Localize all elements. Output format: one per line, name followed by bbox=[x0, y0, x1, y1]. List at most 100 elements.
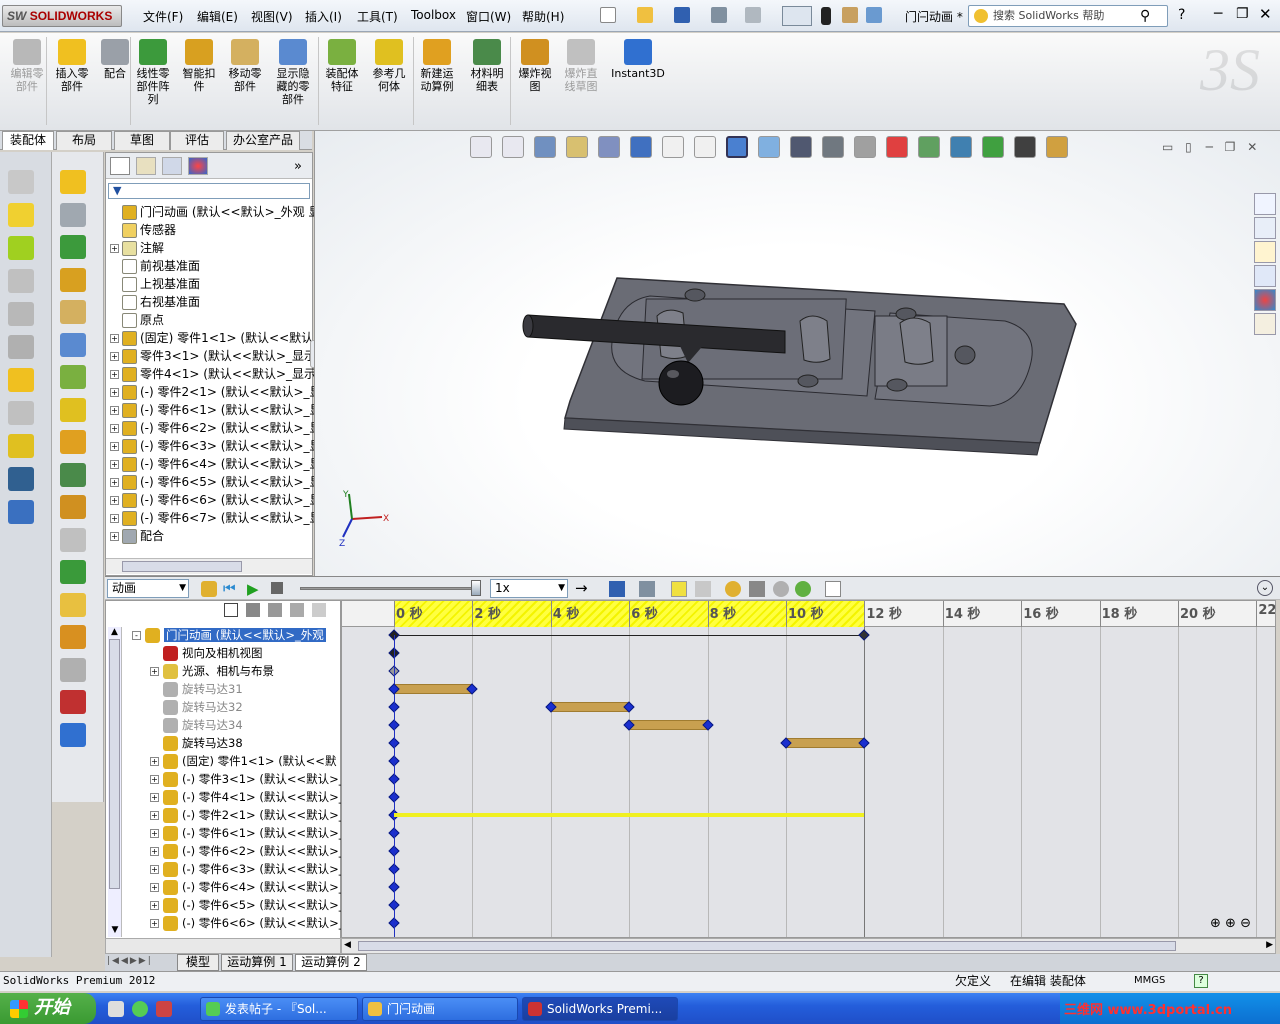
zoom-in-icon[interactable]: ⊕ bbox=[1225, 916, 1236, 931]
view-tool-7-icon[interactable] bbox=[694, 136, 716, 158]
motion-tree-row[interactable]: + (-) 零件6<2> (默认<<默认>_ bbox=[150, 842, 346, 860]
command-7[interactable]: 装配体 特征 bbox=[319, 39, 365, 93]
taskbar-task-0[interactable]: 发表帖子 - 『Sol... bbox=[200, 997, 358, 1021]
contact-icon[interactable] bbox=[773, 581, 789, 597]
bottom-tab-2[interactable]: 运动算例 2 bbox=[295, 954, 367, 971]
help-icon[interactable]: ? bbox=[1178, 7, 1185, 23]
motion-tree-row[interactable]: + (-) 零件6<5> (默认<<默认>_ bbox=[150, 896, 346, 914]
cm-tab-2[interactable]: 草图 bbox=[114, 131, 170, 150]
filter-animated-icon[interactable] bbox=[224, 603, 238, 617]
view-tool-12-icon[interactable] bbox=[854, 136, 876, 158]
undo-icon[interactable] bbox=[745, 7, 761, 26]
view-tool-9-icon[interactable] bbox=[758, 136, 780, 158]
select-icon[interactable] bbox=[782, 6, 812, 26]
options-icon[interactable] bbox=[842, 7, 858, 26]
left-tool-a-2-icon[interactable] bbox=[8, 236, 34, 260]
motion-tree-row[interactable]: + (-) 零件2<1> (默认<<默认>_ bbox=[150, 806, 346, 824]
left-tool-b-16-icon[interactable] bbox=[60, 690, 86, 714]
motion-tree-row[interactable]: + (-) 零件4<1> (默认<<默认>_ bbox=[150, 788, 346, 806]
expand-toggle-icon[interactable]: + bbox=[110, 460, 119, 469]
view-tool-3-icon[interactable] bbox=[566, 136, 588, 158]
feature-tree-row[interactable]: + (-) 零件6<1> (默认<<默认>_显 bbox=[110, 401, 315, 419]
left-tool-b-7-icon[interactable] bbox=[60, 397, 86, 422]
left-tool-b-5-icon[interactable] bbox=[60, 332, 86, 357]
expand-toggle-icon[interactable]: + bbox=[150, 847, 159, 856]
view-tool-1-icon[interactable] bbox=[502, 136, 524, 158]
view-tool-8-icon[interactable] bbox=[726, 136, 748, 158]
view-tool-13-icon[interactable] bbox=[886, 136, 908, 158]
bottom-tab-0[interactable]: 模型 bbox=[177, 954, 219, 971]
left-tool-a-10-icon[interactable] bbox=[8, 500, 34, 524]
cm-tab-1[interactable]: 布局 bbox=[56, 131, 112, 150]
left-tool-b-8-icon[interactable] bbox=[60, 430, 86, 454]
menu-7[interactable]: 帮助(H) bbox=[522, 8, 564, 25]
left-tool-a-3-icon[interactable] bbox=[8, 269, 34, 293]
command-12[interactable]: 爆炸直 线草图 bbox=[558, 39, 604, 93]
filter-results-icon[interactable] bbox=[290, 603, 304, 617]
view-tool-10-icon[interactable] bbox=[790, 136, 812, 158]
left-tool-a-9-icon[interactable] bbox=[8, 467, 34, 491]
display-manager-tab-icon[interactable] bbox=[188, 157, 208, 175]
play-from-start-icon[interactable]: ⏮ bbox=[223, 581, 236, 597]
gravity-icon[interactable] bbox=[795, 581, 811, 597]
playback-slider-thumb[interactable] bbox=[471, 580, 481, 596]
view-tool-14-icon[interactable] bbox=[918, 136, 940, 158]
left-tool-b-12-icon[interactable] bbox=[60, 560, 86, 584]
spring-icon[interactable] bbox=[749, 581, 765, 597]
feature-tree-row[interactable]: + (固定) 零件1<1> (默认<<默认> bbox=[110, 329, 315, 347]
expand-toggle-icon[interactable]: + bbox=[110, 514, 119, 523]
left-tool-a-1-icon[interactable] bbox=[8, 203, 34, 227]
menu-3[interactable]: 插入(I) bbox=[305, 8, 342, 25]
left-tool-a-4-icon[interactable] bbox=[8, 302, 34, 326]
expand-toggle-icon[interactable]: + bbox=[150, 901, 159, 910]
expand-toggle-icon[interactable]: + bbox=[150, 811, 159, 820]
calculate-icon[interactable] bbox=[201, 581, 217, 597]
minimize-window-icon[interactable]: ─ bbox=[1214, 6, 1222, 22]
view-close-icon[interactable]: ✕ bbox=[1247, 140, 1257, 154]
solidworks-resources-icon[interactable] bbox=[1254, 193, 1276, 215]
file-explorer-icon[interactable] bbox=[1254, 241, 1276, 263]
design-library-icon[interactable] bbox=[1254, 217, 1276, 239]
view-restore-icon[interactable]: ❐ bbox=[1225, 140, 1236, 154]
left-tool-b-3-icon[interactable] bbox=[60, 267, 86, 292]
save-animation-icon[interactable] bbox=[609, 581, 625, 597]
feature-tree-row[interactable]: + 零件3<1> (默认<<默认>_显示状 bbox=[110, 347, 315, 365]
timeline-hscroll[interactable]: ◀ ▶ bbox=[341, 938, 1276, 954]
playback-slider[interactable] bbox=[300, 587, 480, 590]
scroll-down-icon[interactable]: ▼ bbox=[108, 925, 122, 935]
menu-0[interactable]: 文件(F) bbox=[143, 8, 183, 25]
expand-toggle-icon[interactable]: + bbox=[150, 775, 159, 784]
left-tool-b-13-icon[interactable] bbox=[60, 592, 86, 617]
end-keyframe[interactable] bbox=[858, 629, 871, 641]
feature-tree-row[interactable]: +前视基准面 bbox=[110, 257, 315, 275]
new-document-icon[interactable] bbox=[600, 7, 616, 26]
expand-toggle-icon[interactable]: + bbox=[110, 478, 119, 487]
motion-tree-row[interactable]: + (-) 零件6<6> (默认<<默认>_ bbox=[150, 914, 346, 932]
scroll-thumb[interactable] bbox=[358, 941, 1176, 951]
left-tool-a-8-icon[interactable] bbox=[8, 434, 34, 458]
change-bar-highlight[interactable] bbox=[394, 813, 865, 817]
appearances-icon[interactable] bbox=[1254, 289, 1276, 311]
motor-time-bar[interactable] bbox=[550, 702, 630, 712]
view-tool-4-icon[interactable] bbox=[598, 136, 620, 158]
feature-tree-row[interactable]: +原点 bbox=[110, 311, 315, 329]
expand-toggle-icon[interactable]: + bbox=[110, 244, 119, 253]
command-10[interactable]: 材料明 细表 bbox=[464, 39, 510, 93]
left-tool-b-9-icon[interactable] bbox=[60, 462, 86, 487]
command-8[interactable]: 参考几 何体 bbox=[366, 39, 412, 93]
motion-tree-hscroll[interactable] bbox=[105, 938, 341, 954]
view-minimize-icon[interactable]: ─ bbox=[1206, 140, 1213, 154]
taskbar-task-1[interactable]: 门闩动画 bbox=[362, 997, 518, 1021]
tree-vscroll[interactable]: ▲ ▼ bbox=[108, 627, 122, 937]
zoom-fit-icon[interactable]: ⊕ bbox=[1210, 916, 1221, 931]
view-tool-2-icon[interactable] bbox=[534, 136, 556, 158]
menu-4[interactable]: 工具(T) bbox=[357, 8, 398, 25]
cm-tab-3[interactable]: 评估 bbox=[170, 131, 224, 150]
bottom-tab-1[interactable]: 运动算例 1 bbox=[221, 954, 293, 971]
animation-wizard-icon[interactable] bbox=[639, 581, 655, 597]
left-tool-b-10-icon[interactable] bbox=[60, 495, 86, 519]
properties-icon[interactable] bbox=[866, 7, 882, 26]
left-tool-a-6-icon[interactable] bbox=[8, 368, 34, 392]
menu-1[interactable]: 编辑(E) bbox=[197, 8, 238, 25]
motor-time-bar[interactable] bbox=[394, 684, 473, 694]
